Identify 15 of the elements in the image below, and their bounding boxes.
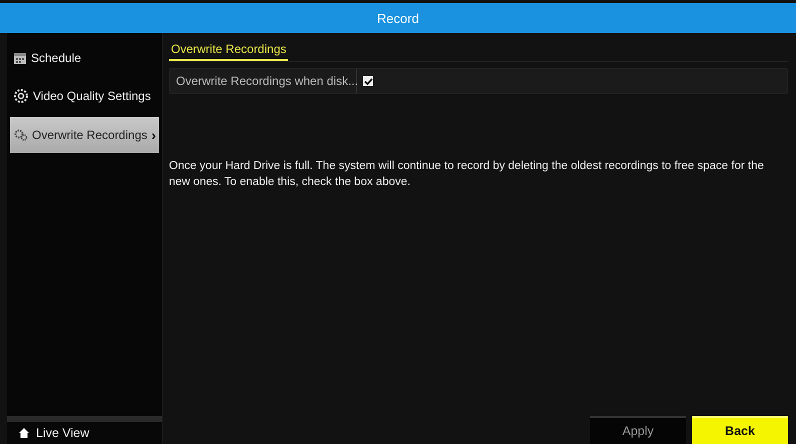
home-icon	[19, 428, 29, 438]
sidebar-item[interactable]: Overwrite Recordings ›	[10, 117, 159, 153]
setting-label: Overwrite Recordings when disk...	[170, 69, 357, 93]
tab[interactable]: Overwrite Recordings	[169, 39, 288, 61]
chevron-icon: ›	[151, 128, 156, 142]
gears-icon	[14, 129, 28, 141]
gear-icon	[13, 88, 29, 104]
back-button[interactable]: Back	[692, 416, 788, 444]
apply-button[interactable]: Apply	[590, 416, 686, 444]
sidebar-item[interactable]: Video Quality Settings	[7, 79, 162, 113]
description-text: Once your Hard Drive is full. The system will continue to record by deleting the oldest recordings to free space for the new ones. To enable this, check the box above.	[169, 159, 765, 190]
sidebar-item[interactable]: Schedule	[7, 41, 162, 75]
calendar-icon	[13, 51, 27, 65]
checkbox[interactable]	[363, 76, 373, 86]
window-title: Record	[377, 10, 419, 26]
